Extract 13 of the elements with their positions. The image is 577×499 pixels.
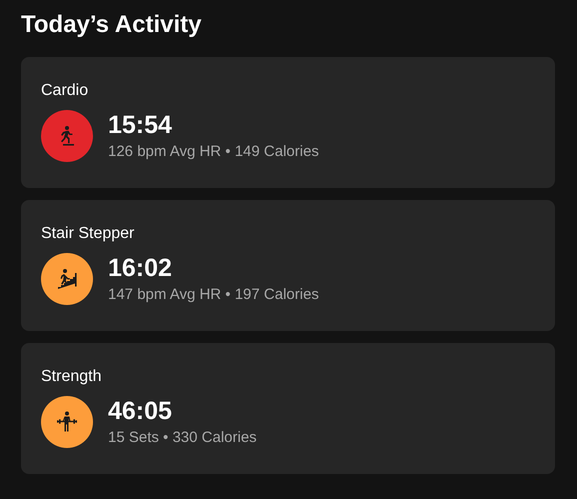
activity-duration: 46:05	[108, 397, 173, 425]
activity-name: Stair Stepper	[41, 224, 136, 244]
activity-card[interactable]: Strength 46:05 15 Sets • 330 Calories	[21, 343, 555, 474]
activity-duration: 16:02	[108, 254, 173, 282]
activity-name: Strength	[41, 367, 102, 387]
activity-card[interactable]: Stair Stepper 16:02 147 bpm Avg HR • 197 Calories	[21, 200, 555, 331]
activity-details: 147 bpm Avg HR • 197 Calories	[108, 286, 319, 304]
activity-duration: 15:54	[108, 111, 173, 139]
page-title: Today’s Activity	[21, 10, 202, 40]
activity-details: 126 bpm Avg HR • 149 Calories	[108, 143, 319, 161]
activity-card[interactable]: Cardio 15:54 126 bpm Avg HR • 149 Calories	[21, 57, 555, 188]
activity-details: 15 Sets • 330 Calories	[108, 429, 257, 447]
activity-name: Cardio	[41, 81, 90, 101]
